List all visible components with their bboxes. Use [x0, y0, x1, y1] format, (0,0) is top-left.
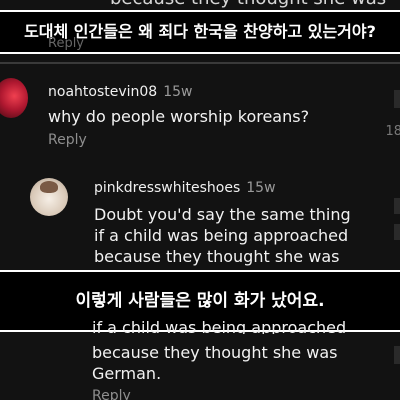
edge-mark: [394, 198, 400, 214]
divider: [0, 62, 400, 64]
comment-username[interactable]: noahtostevin08 15w: [48, 84, 192, 100]
reply-button[interactable]: Reply: [48, 132, 87, 148]
partial-comment-line: if a child was being approached: [92, 314, 392, 334]
comment-text-continued: because they thought she was German.: [92, 342, 337, 384]
screenshot-frame: because they thought she was 도대체 인간들은 왜 …: [0, 0, 400, 400]
comment-age: 15w: [246, 180, 276, 196]
avatar[interactable]: [0, 78, 28, 118]
comment-line: German.: [92, 364, 162, 383]
comment-username[interactable]: pinkdresswhiteshoes 15w: [94, 180, 276, 196]
clipped-text: because they thought she was: [110, 0, 386, 9]
clipped-text-top: because they thought she was: [0, 0, 400, 10]
comment-line: because they thought she was: [94, 247, 340, 266]
comment-age: 15w: [163, 84, 193, 100]
comment-line: Doubt you'd say the same thing: [94, 205, 351, 224]
edge-mark: [394, 90, 400, 108]
partial-line-text: if a child was being approached: [92, 318, 347, 334]
username-text[interactable]: pinkdresswhiteshoes: [94, 180, 240, 196]
comment-text: why do people worship koreans?: [48, 107, 310, 126]
comment-line: if a child was being approached: [94, 226, 349, 245]
edge-mark: [394, 346, 400, 364]
faded-reply-link[interactable]: Reply: [48, 36, 84, 51]
side-like-count: 18: [385, 124, 400, 139]
username-text[interactable]: noahtostevin08: [48, 84, 157, 100]
reply-button[interactable]: Reply: [92, 388, 131, 400]
edge-mark: [394, 224, 400, 240]
avatar[interactable]: [30, 178, 68, 216]
comment-line: because they thought she was: [92, 343, 338, 362]
comment-text: Doubt you'd say the same thing if a chil…: [94, 204, 351, 267]
